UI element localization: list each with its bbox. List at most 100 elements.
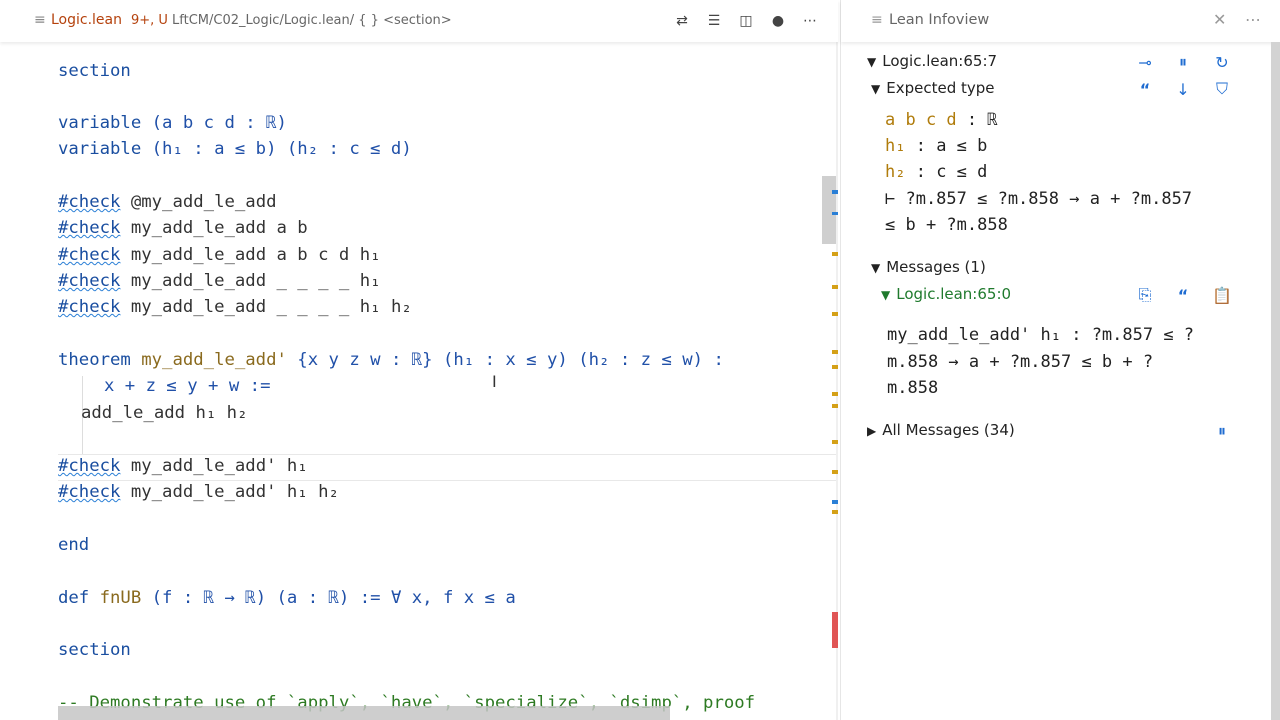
message-location: Logic.lean:65:0 <box>896 285 1012 303</box>
more-actions-icon[interactable]: ⋯ <box>800 11 820 31</box>
refresh-icon[interactable]: ↻ <box>1211 51 1233 73</box>
messages-label: Messages (1) <box>886 258 986 276</box>
ruler-mark <box>832 404 838 408</box>
all-messages-label: All Messages (34) <box>882 421 1015 439</box>
hypothesis: h₁ : a ≤ b <box>885 136 987 156</box>
hyp-type: : ℝ <box>956 110 998 130</box>
check-keyword: #check <box>58 482 121 502</box>
messages-toggle[interactable]: ▼ Messages (1) <box>871 258 986 276</box>
triangle-right-icon: ▶ <box>867 424 877 438</box>
code-text: x + z ≤ y + w := <box>104 376 271 396</box>
goal-location-toggle[interactable]: ▼ Logic.lean:65:7 <box>867 52 997 70</box>
triangle-down-icon: ▼ <box>881 288 891 302</box>
triangle-down-icon: ▼ <box>871 82 881 96</box>
breadcrumb[interactable]: LftCM/C02_Logic/Logic.lean/ { } <section… <box>172 13 452 28</box>
go-to-file-icon[interactable]: ⎘ <box>1134 284 1156 306</box>
ruler-mark <box>832 252 838 256</box>
split-editor-icon[interactable]: ◫ <box>736 11 756 31</box>
ruler-mark <box>832 392 838 396</box>
hypothesis: h₂ : c ≤ d <box>885 162 987 182</box>
code-text: @my_add_le_add <box>120 192 277 212</box>
ruler-mark <box>832 365 838 369</box>
hyp-name: a b c d <box>885 110 957 130</box>
code-area[interactable]: section variable (a b c d : ℝ) variable … <box>58 58 755 713</box>
hyp-type: : c ≤ d <box>905 162 988 182</box>
arrow-down-icon[interactable]: ↓ <box>1172 78 1194 100</box>
triangle-down-icon: ▼ <box>867 55 877 69</box>
check-keyword: #check <box>58 218 121 238</box>
lines-icon: ≡ <box>871 12 883 28</box>
check-keyword: #check <box>58 297 121 317</box>
vertical-scrollbar[interactable] <box>822 176 836 244</box>
copy-clipboard-icon[interactable]: 📋 <box>1211 284 1233 306</box>
ruler-mark <box>832 510 838 514</box>
filter-icon[interactable]: ⛉ <box>1211 78 1233 100</box>
infoview-title: Lean Infoview <box>889 12 990 28</box>
ruler-mark <box>832 440 838 444</box>
message-text: m.858 <box>887 378 939 398</box>
all-messages-toggle[interactable]: ▶ All Messages (34) <box>867 421 1015 439</box>
check-keyword: #check <box>58 192 121 212</box>
hyp-name: h₁ <box>885 136 906 156</box>
code-text: my_add_le_add a b c d h₁ <box>120 245 381 265</box>
code-text: my_add_le_add' h₁ h₂ <box>120 482 339 502</box>
problems-badge: 9+, U <box>131 13 168 28</box>
message-text: m.858 → a + ?m.857 ≤ b + ? <box>887 352 1154 372</box>
check-keyword: #check <box>58 245 121 265</box>
code-text: (h₁ : a ≤ b) (h₂ : c ≤ d) <box>151 139 412 159</box>
code-keyword: theorem <box>58 350 142 370</box>
hyp-type: : a ≤ b <box>905 136 988 156</box>
lean-infoview: ≡ Lean Infoview ✕ ⋯ ▼ Logic.lean:65:7 ⊸ ⏸… <box>840 0 1280 720</box>
code-text: my_add_le_add _ _ _ _ h₁ h₂ <box>120 297 412 317</box>
code-text: my_add_le_add' h₁ <box>120 456 308 476</box>
pin-icon[interactable]: ⊸ <box>1134 51 1156 73</box>
editor-tab-bar: ≡ Logic.lean 9+, U LftCM/C02_Logic/Logic… <box>0 0 838 42</box>
code-function: my_add_le_add' <box>141 350 287 370</box>
ruler-mark <box>832 312 838 316</box>
goal-line: ⊢ ?m.857 ≤ ?m.858 → a + ?m.857 <box>885 189 1193 209</box>
infoview-toggle-icon[interactable]: ☰ <box>704 11 724 31</box>
infoview-scrollbar[interactable] <box>1271 42 1280 720</box>
code-text: add_le_add h₁ h₂ <box>81 403 248 423</box>
hyp-name: h₂ <box>885 162 906 182</box>
ruler-mark <box>832 190 838 194</box>
code-text: (a b c d : ℝ) <box>151 113 287 133</box>
goal-location: Logic.lean:65:7 <box>882 52 998 70</box>
expected-type-toggle[interactable]: ▼ Expected type <box>871 79 995 97</box>
ruler-mark <box>832 212 838 215</box>
check-keyword: #check <box>58 456 121 476</box>
ruler-mark <box>832 285 838 289</box>
pause-icon[interactable]: ⏸ <box>1172 51 1194 73</box>
message-location-toggle[interactable]: ▼ Logic.lean:65:0 <box>881 285 1011 303</box>
infoview-header: ≡ Lean Infoview ✕ ⋯ <box>841 0 1280 42</box>
code-text: my_add_le_add a b <box>120 218 308 238</box>
ruler-mark <box>832 500 838 504</box>
close-icon[interactable]: ✕ <box>1213 10 1226 29</box>
ruler-mark <box>832 470 838 474</box>
code-text: my_add_le_add _ _ _ _ h₁ <box>120 271 381 291</box>
goal-line: ≤ b + ?m.858 <box>885 215 1008 235</box>
code-text: (f : ℝ → ℝ) (a : ℝ) := ∀ x, f x ≤ a <box>141 588 516 608</box>
more-actions-icon[interactable]: ⋯ <box>1245 10 1261 29</box>
horizontal-scrollbar[interactable] <box>58 706 670 720</box>
hypothesis: a b c d : ℝ <box>885 110 998 130</box>
pause-icon[interactable]: ⏸ <box>1211 420 1233 442</box>
file-tab[interactable]: Logic.lean <box>51 12 122 28</box>
message-text: my_add_le_add' h₁ : ?m.857 ≤ ? <box>887 325 1195 345</box>
ruler-error-mark <box>832 612 838 648</box>
code-keyword: variable <box>58 139 152 159</box>
quote-icon[interactable]: “ <box>1134 78 1156 100</box>
code-keyword: section <box>58 640 131 660</box>
compare-icon[interactable]: ⇄ <box>672 11 692 31</box>
code-keyword: def <box>58 588 100 608</box>
expected-type-label: Expected type <box>886 79 995 97</box>
check-keyword: #check <box>58 271 121 291</box>
editor-pane[interactable]: ≡ Logic.lean 9+, U LftCM/C02_Logic/Logic… <box>0 0 838 720</box>
code-line: section <box>58 61 131 81</box>
text-cursor-icon: I <box>492 372 497 391</box>
code-function: fnUB <box>99 588 142 608</box>
code-keyword: variable <box>58 113 152 133</box>
quote-icon[interactable]: “ <box>1172 284 1194 306</box>
code-keyword: end <box>58 535 90 555</box>
unsaved-dot-icon[interactable]: ● <box>768 11 788 31</box>
